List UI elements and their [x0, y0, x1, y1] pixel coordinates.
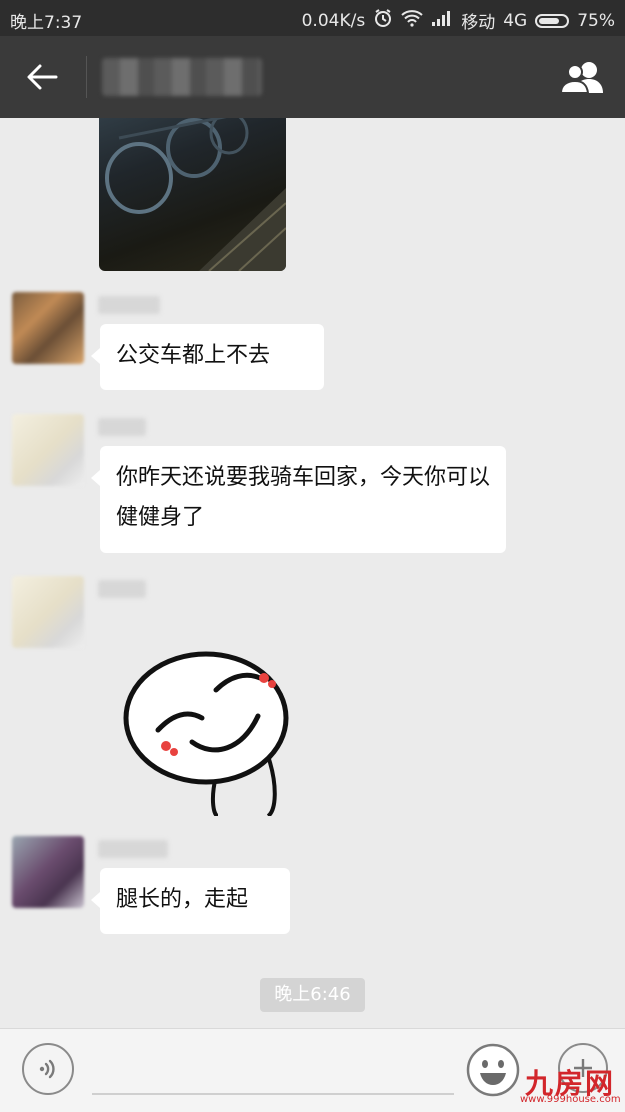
message-input[interactable]: [92, 1093, 454, 1095]
network-speed: 0.04K/s: [301, 10, 366, 31]
battery-fill: [539, 17, 560, 24]
status-time: 晚上7:37: [10, 13, 83, 33]
back-button[interactable]: [18, 56, 66, 98]
carrier: 移动: [461, 13, 496, 33]
message-bubble[interactable]: 腿长的，走起: [91, 868, 290, 934]
battery-percent: 75%: [577, 10, 615, 31]
sender-name: [98, 580, 146, 598]
signal-icon: [431, 10, 453, 31]
message-text: 你昨天还说要我骑车回家，今天你可以健健身了: [116, 465, 491, 530]
voice-button[interactable]: [22, 1043, 74, 1095]
watermark-url: www.999house.com: [520, 1094, 621, 1105]
sender-name: [98, 418, 146, 436]
network-type: 4G: [503, 10, 528, 31]
watermark-logo: 九房网 www.999house.com: [520, 1062, 621, 1108]
alarm-icon: [373, 8, 393, 33]
message-bubble[interactable]: 你昨天还说要我骑车回家，今天你可以健健身了: [91, 446, 506, 553]
message-bubble[interactable]: 公交车都上不去: [91, 324, 324, 390]
avatar[interactable]: [12, 836, 84, 908]
sender-name: [98, 840, 168, 858]
voice-icon: [39, 1059, 55, 1079]
avatar[interactable]: [12, 576, 84, 648]
emoji-button[interactable]: [466, 1043, 520, 1097]
chat-message-list[interactable]: 公交车都上不去 你昨天还说要我骑车回家，今天你可以健健身了 腿长的，走起 晚上6…: [0, 118, 625, 1028]
avatar[interactable]: [12, 292, 84, 364]
header-divider: [86, 56, 87, 98]
message-text: 公交车都上不去: [116, 343, 271, 368]
chat-header: [0, 36, 625, 118]
arrow-left-icon: [27, 64, 58, 90]
time-divider: 晚上6:46: [260, 978, 365, 1012]
sticker-message[interactable]: [118, 626, 298, 818]
wifi-icon: [401, 9, 423, 32]
avatar[interactable]: [12, 414, 84, 486]
status-bar: 晚上7:37 0.04K/s 移动 4G 75%: [0, 0, 625, 36]
battery-icon: [535, 13, 570, 28]
image-message[interactable]: [99, 118, 286, 271]
emoji-icon: [466, 1043, 520, 1097]
chat-info-button[interactable]: [557, 56, 609, 98]
group-contacts-icon: [559, 62, 603, 94]
sender-name: [98, 296, 160, 314]
chat-title: [102, 58, 262, 96]
message-text: 腿长的，走起: [116, 887, 249, 912]
